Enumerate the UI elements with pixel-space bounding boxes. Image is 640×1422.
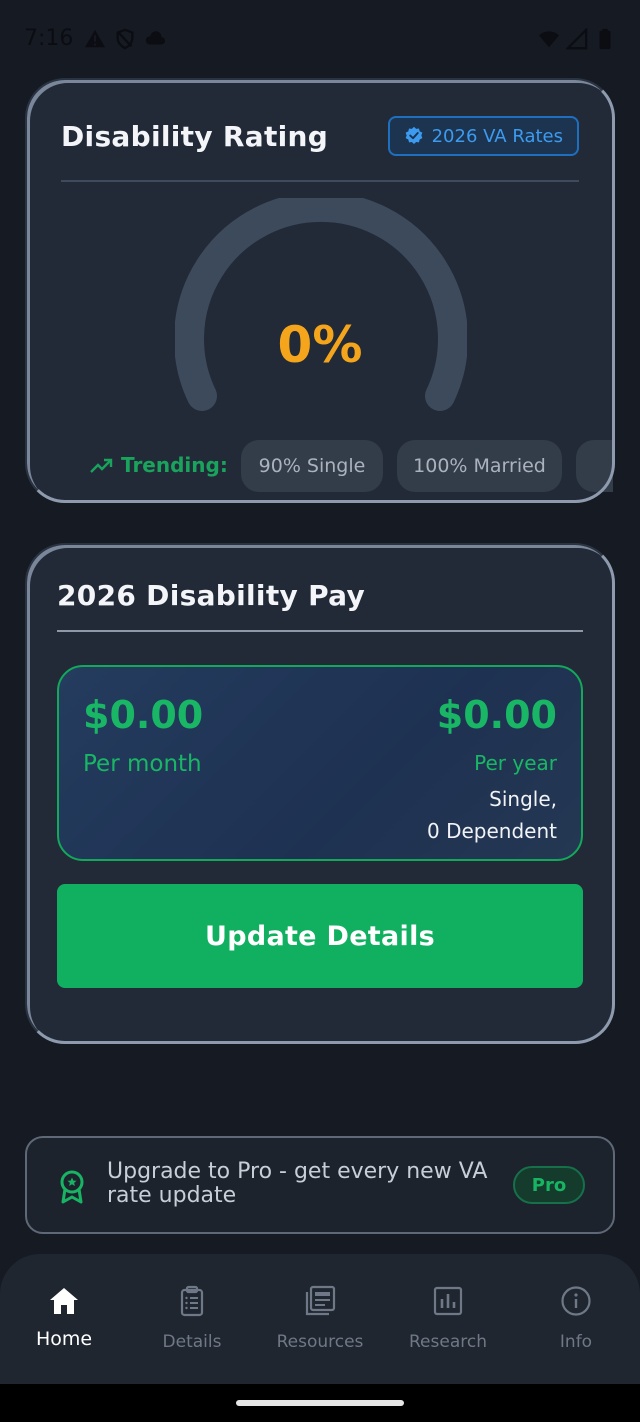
rating-gauge xyxy=(175,198,467,411)
monthly-label: Per month xyxy=(83,751,202,777)
gesture-area xyxy=(0,1384,640,1422)
home-gesture-bar[interactable] xyxy=(236,1400,404,1406)
rating-divider xyxy=(61,180,579,182)
home-icon xyxy=(50,1288,78,1314)
bar-chart-icon xyxy=(433,1286,463,1316)
nav-item-details[interactable]: Details xyxy=(128,1284,256,1374)
verified-check-icon xyxy=(405,126,422,144)
status-time: 7:16 xyxy=(24,26,74,51)
cloud-icon xyxy=(145,31,166,45)
nav-label-info: Info xyxy=(559,1332,593,1352)
pro-chip[interactable]: Pro xyxy=(513,1166,585,1204)
status-notification-icons xyxy=(84,28,166,50)
dependency-status: Single, 0 Dependent xyxy=(427,783,557,847)
clipboard-icon xyxy=(180,1285,204,1317)
pay-divider xyxy=(57,630,583,632)
trending-chip-100-married[interactable]: 100% Married xyxy=(397,440,562,492)
disability-rating-card: Disability Rating 2026 VA Rates 0% Trend… xyxy=(25,78,615,503)
award-ribbon-icon xyxy=(60,1170,84,1204)
trending-up-icon xyxy=(90,458,113,473)
trending-row: Trending: 90% Single 100% Married xyxy=(89,440,613,494)
trending-chip-more[interactable] xyxy=(576,440,613,492)
status-bar: 7:16 xyxy=(0,0,640,80)
info-icon xyxy=(561,1286,591,1316)
rating-card-title: Disability Rating xyxy=(61,120,329,153)
nav-item-resources[interactable]: Resources xyxy=(256,1284,384,1374)
nav-item-research[interactable]: Research xyxy=(384,1284,512,1374)
trending-chip-90-single[interactable]: 90% Single xyxy=(241,440,383,492)
nav-item-home[interactable]: Home xyxy=(0,1284,128,1374)
nav-label-details: Details xyxy=(162,1332,222,1352)
wifi-icon xyxy=(538,31,560,48)
nav-label-home: Home xyxy=(35,1328,93,1350)
monthly-amount: $0.00 xyxy=(83,693,204,737)
signal-icon xyxy=(566,28,588,50)
upgrade-pro-banner[interactable]: Upgrade to Pro - get every new VA rate u… xyxy=(25,1136,615,1234)
pay-card-title: 2026 Disability Pay xyxy=(57,579,366,612)
marital-status: Single, xyxy=(489,787,557,811)
nav-label-research: Research xyxy=(409,1332,487,1352)
yearly-amount: $0.00 xyxy=(436,693,557,737)
pay-summary-box: $0.00 Per month $0.00 Per year Single, 0… xyxy=(57,665,583,861)
warning-icon xyxy=(84,29,106,48)
nav-label-resources: Resources xyxy=(276,1332,364,1352)
upgrade-pro-text: Upgrade to Pro - get every new VA rate u… xyxy=(107,1159,488,1208)
yearly-label: Per year xyxy=(474,751,557,775)
bottom-navigation: Home Details Resources Research Info xyxy=(0,1254,640,1384)
status-system-icons xyxy=(538,28,616,50)
nav-item-info[interactable]: Info xyxy=(512,1284,640,1374)
disability-pay-card: 2026 Disability Pay $0.00 Per month $0.0… xyxy=(25,543,615,1044)
va-rates-badge[interactable]: 2026 VA Rates xyxy=(387,116,579,156)
dependent-count: 0 Dependent xyxy=(427,819,557,843)
update-details-button[interactable]: Update Details xyxy=(57,884,583,988)
va-rates-badge-label: 2026 VA Rates xyxy=(431,125,563,147)
trending-label: Trending: xyxy=(121,453,228,477)
newspaper-icon xyxy=(305,1285,336,1316)
rating-percentage: 0% xyxy=(277,316,363,374)
shield-icon xyxy=(116,28,134,50)
battery-icon xyxy=(599,28,611,50)
